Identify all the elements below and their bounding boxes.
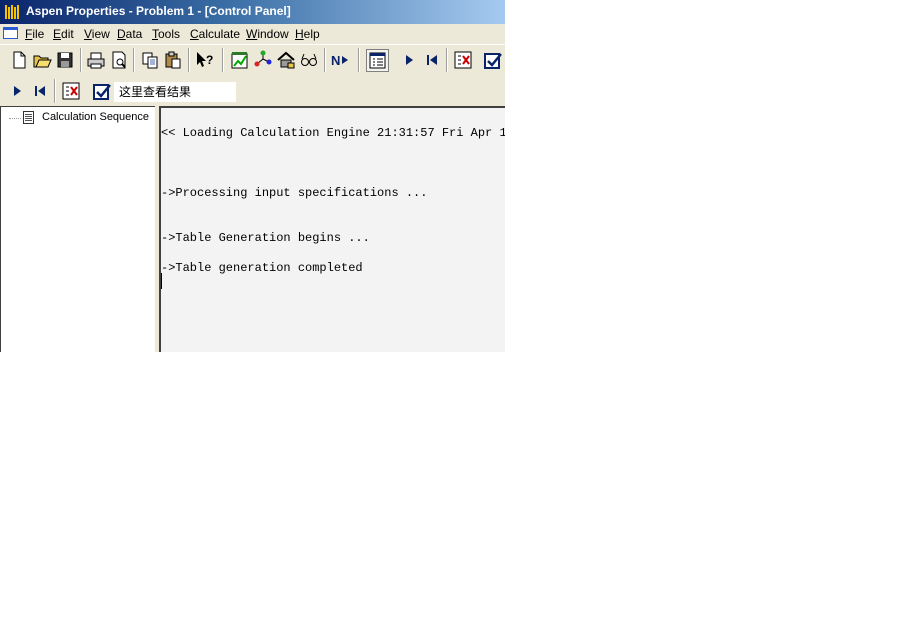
window-title: Aspen Properties - Problem 1 - [Control … xyxy=(26,4,291,18)
run-icon[interactable] xyxy=(399,50,419,70)
separator xyxy=(222,48,224,72)
tree-item-label: Calculation Sequence xyxy=(42,111,150,123)
separator xyxy=(358,48,360,72)
paste-icon[interactable] xyxy=(163,50,183,70)
check-icon[interactable] xyxy=(92,81,112,101)
separator xyxy=(54,79,56,103)
aspen-logo-icon xyxy=(5,5,21,19)
menu-file[interactable]: File xyxy=(25,27,44,41)
menu-help[interactable]: Help xyxy=(295,27,320,41)
results-icon[interactable] xyxy=(61,81,81,101)
separator xyxy=(446,48,448,72)
menu-edit[interactable]: Edit xyxy=(53,27,74,41)
check-icon[interactable] xyxy=(483,50,503,70)
next-icon[interactable]: N xyxy=(330,50,352,70)
svg-text:?: ? xyxy=(206,53,213,67)
separator xyxy=(133,48,135,72)
result-hint-label: 这里查看结果 xyxy=(114,82,236,102)
menu-window[interactable]: Window xyxy=(246,27,289,41)
svg-text:N: N xyxy=(331,53,340,68)
separator xyxy=(80,48,82,72)
log-line: ->Table generation completed xyxy=(161,261,363,275)
print-preview-icon[interactable] xyxy=(109,50,129,70)
run-icon[interactable] xyxy=(7,81,27,101)
results-icon[interactable] xyxy=(453,50,473,70)
log-line: ->Table Generation begins ... xyxy=(161,231,370,245)
copy-icon[interactable] xyxy=(140,50,160,70)
tree-connector xyxy=(9,118,21,119)
menu-tools[interactable]: Tools xyxy=(152,27,180,41)
sequence-list-icon xyxy=(23,111,34,124)
network-icon[interactable] xyxy=(253,50,273,70)
whats-this-icon[interactable]: ? xyxy=(194,50,214,70)
menu-data[interactable]: Data xyxy=(117,27,142,41)
step-back-icon[interactable] xyxy=(30,81,50,101)
separator xyxy=(324,48,326,72)
open-icon[interactable] xyxy=(32,50,52,70)
plot-wizard-icon[interactable] xyxy=(230,50,250,70)
new-icon[interactable] xyxy=(9,50,29,70)
log-line: << Loading Calculation Engine 21:31:57 F… xyxy=(161,126,505,140)
separator xyxy=(188,48,190,72)
print-icon[interactable] xyxy=(86,50,106,70)
calculation-tree-pane: Calculation Sequence xyxy=(0,106,155,352)
menu-bar: File Edit View Data Tools Calculate Wind… xyxy=(0,24,505,44)
text-caret xyxy=(161,273,162,289)
document-icon[interactable] xyxy=(3,27,18,39)
app-window: Aspen Properties - Problem 1 - [Control … xyxy=(0,0,505,352)
menu-calculate[interactable]: Calculate xyxy=(190,27,240,41)
log-line: ->Processing input specifications ... xyxy=(161,186,428,200)
glasses-icon[interactable] xyxy=(299,50,319,70)
save-icon[interactable] xyxy=(55,50,75,70)
control-panel-icon[interactable] xyxy=(366,49,389,72)
step-back-icon[interactable] xyxy=(422,50,442,70)
home-icon[interactable] xyxy=(276,50,296,70)
control-toolbar: 这里查看结果 xyxy=(0,76,505,106)
title-bar[interactable]: Aspen Properties - Problem 1 - [Control … xyxy=(0,0,505,24)
output-log[interactable]: << Loading Calculation Engine 21:31:57 F… xyxy=(159,106,505,352)
standard-toolbar: ? N xyxy=(0,44,505,76)
menu-view[interactable]: View xyxy=(84,27,110,41)
